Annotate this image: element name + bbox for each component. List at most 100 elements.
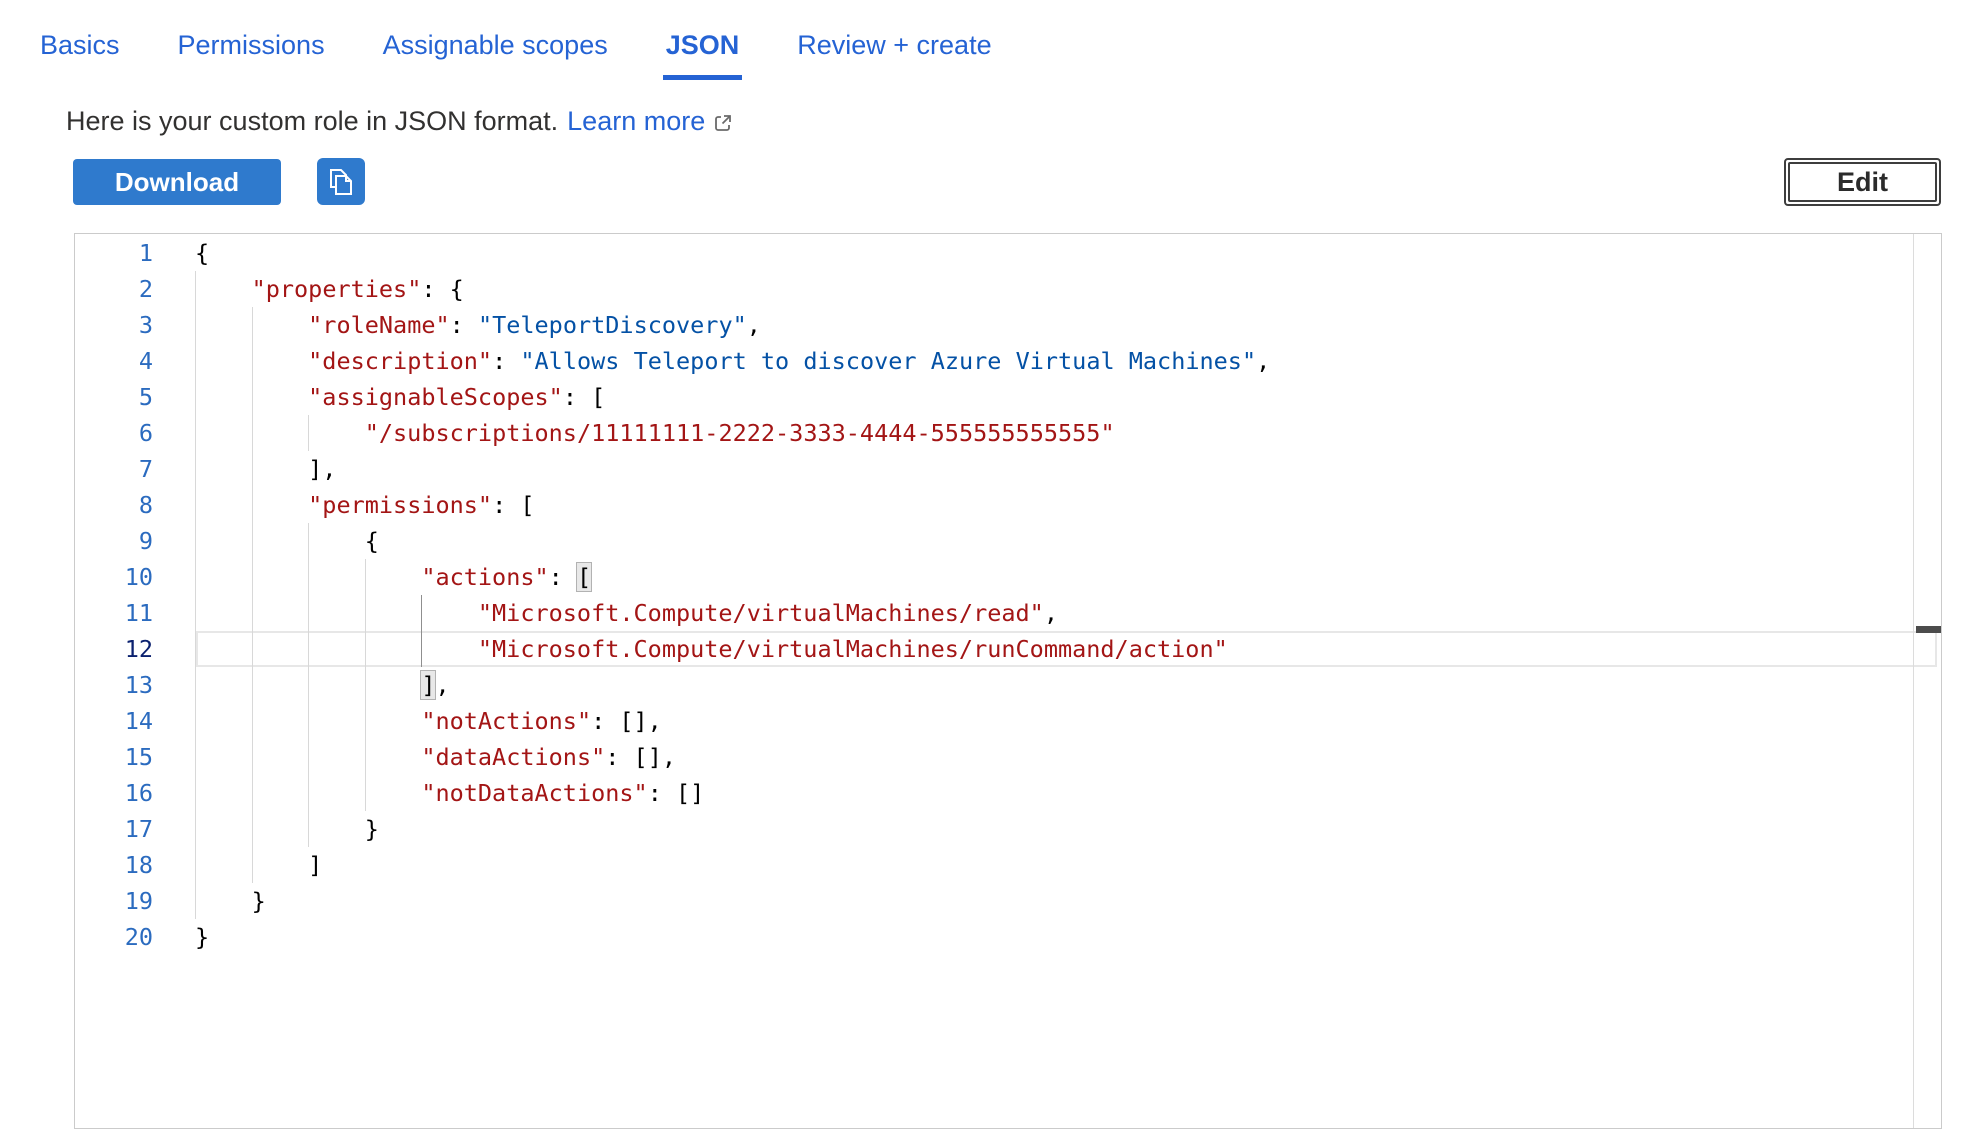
token: : [ [563, 383, 605, 411]
tab-assignable-scopes[interactable]: Assignable scopes [380, 0, 611, 80]
token: "description" [308, 347, 492, 375]
indent-guide [195, 775, 252, 811]
active-indent-guide [421, 631, 478, 667]
tab-json[interactable]: JSON [663, 0, 743, 80]
indent-guide [365, 631, 422, 667]
indent-guide [195, 379, 252, 415]
token: : [], [591, 707, 662, 735]
token: : [ [492, 491, 534, 519]
code-line: 17 } [75, 811, 1941, 847]
token: "notActions" [421, 707, 591, 735]
indent-guide [308, 739, 365, 775]
indent-guide [252, 703, 309, 739]
edit-button-label: Edit [1788, 162, 1937, 202]
code-text: "Microsoft.Compute/virtualMachines/runCo… [195, 631, 1228, 667]
indent-guide [365, 739, 422, 775]
indent-guide [252, 415, 309, 451]
code-text: "description": "Allows Teleport to disco… [195, 343, 1270, 379]
matched-bracket: ] [421, 671, 435, 699]
token: } [252, 887, 266, 915]
code-line: 8 "permissions": [ [75, 487, 1941, 523]
indent-guide [252, 775, 309, 811]
indent-guide [308, 703, 365, 739]
indent-guide [195, 487, 252, 523]
token: ] [308, 851, 322, 879]
tab-review-create[interactable]: Review + create [794, 0, 994, 80]
line-number: 8 [75, 487, 153, 523]
token: , [435, 671, 449, 699]
code-line: 18 ] [75, 847, 1941, 883]
line-number: 4 [75, 343, 153, 379]
token: "Allows Teleport to discover Azure Virtu… [520, 347, 1256, 375]
indent-guide [252, 595, 309, 631]
token: : { [421, 275, 463, 303]
token: "Microsoft.Compute/virtualMachines/read" [478, 599, 1044, 627]
indent-guide [252, 667, 309, 703]
indent-guide [195, 595, 252, 631]
code-line: 3 "roleName": "TeleportDiscovery", [75, 307, 1941, 343]
indent-guide [252, 343, 309, 379]
token: { [365, 527, 379, 555]
copy-button[interactable] [317, 158, 365, 205]
indent-guide [252, 847, 309, 883]
indent-guide [308, 523, 365, 559]
token: "permissions" [308, 491, 492, 519]
code-line: 2 "properties": { [75, 271, 1941, 307]
indent-guide [252, 739, 309, 775]
line-number: 11 [75, 595, 153, 631]
tab-bar: Basics Permissions Assignable scopes JSON Re… [37, 0, 995, 80]
tab-basics[interactable]: Basics [37, 0, 123, 80]
code-line: 5 "assignableScopes": [ [75, 379, 1941, 415]
token: "actions" [421, 563, 548, 591]
edit-button[interactable]: Edit [1784, 158, 1941, 206]
token: : [], [605, 743, 676, 771]
learn-more-link[interactable]: Learn more [567, 106, 705, 137]
token: ], [308, 455, 336, 483]
code-line: 20} [75, 919, 1941, 955]
token: } [365, 815, 379, 843]
code-text: "properties": { [195, 271, 464, 307]
line-number: 1 [75, 235, 153, 271]
code-text: "dataActions": [], [195, 739, 676, 775]
indent-guide [195, 631, 252, 667]
code-line: 1{ [75, 235, 1941, 271]
code-line: 19 } [75, 883, 1941, 919]
token: , [747, 311, 761, 339]
token: "dataActions" [421, 743, 605, 771]
indent-guide [195, 559, 252, 595]
tab-permissions[interactable]: Permissions [175, 0, 328, 80]
code-text: ], [195, 451, 336, 487]
indent-guide [365, 559, 422, 595]
code-text: { [195, 235, 209, 271]
indent-guide [195, 415, 252, 451]
download-button[interactable]: Download [73, 159, 281, 205]
copy-icon [327, 167, 355, 197]
line-number: 14 [75, 703, 153, 739]
indent-guide [365, 595, 422, 631]
code-line: 15 "dataActions": [], [75, 739, 1941, 775]
indent-guide [365, 667, 422, 703]
line-number: 16 [75, 775, 153, 811]
indent-guide [308, 595, 365, 631]
line-number: 19 [75, 883, 153, 919]
token: "notDataActions" [421, 779, 647, 807]
json-code-editor[interactable]: 1{2 "properties": {3 "roleName": "Telepo… [74, 233, 1942, 1129]
token: : [] [648, 779, 705, 807]
indent-guide [252, 379, 309, 415]
code-text: "permissions": [ [195, 487, 535, 523]
indent-guide [195, 271, 252, 307]
token: "Microsoft.Compute/virtualMachines/runCo… [478, 635, 1228, 663]
token: } [195, 923, 209, 951]
line-number: 12 [75, 631, 153, 667]
line-number: 6 [75, 415, 153, 451]
code-text: "actions": [ [195, 559, 591, 595]
code-text: } [195, 883, 266, 919]
subtitle: Here is your custom role in JSON format.… [66, 106, 734, 137]
indent-guide [308, 559, 365, 595]
token: "properties" [252, 275, 422, 303]
code-text: "roleName": "TeleportDiscovery", [195, 307, 761, 343]
code-text: "Microsoft.Compute/virtualMachines/read"… [195, 595, 1058, 631]
indent-guide [195, 307, 252, 343]
line-number: 17 [75, 811, 153, 847]
code-line: 10 "actions": [ [75, 559, 1941, 595]
